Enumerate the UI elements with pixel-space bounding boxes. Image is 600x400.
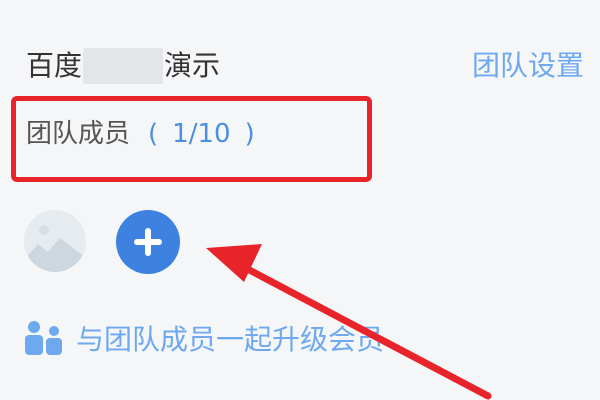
team-panel: 百度 演示 团队设置 团队成员(1/10) 与团队成员一起升级会员	[0, 0, 600, 400]
team-name: 百度 演示	[26, 44, 220, 88]
highlight-box	[11, 96, 372, 182]
default-avatar-icon	[24, 210, 86, 272]
upgrade-with-team-link[interactable]: 与团队成员一起升级会员	[22, 318, 384, 358]
team-name-suffix: 演示	[164, 49, 221, 82]
team-settings-link[interactable]: 团队设置	[472, 44, 584, 88]
avatar[interactable]	[24, 210, 86, 272]
upgrade-label: 与团队成员一起升级会员	[76, 323, 385, 356]
team-name-prefix: 百度	[26, 49, 83, 82]
users-icon	[25, 321, 62, 355]
redacted-block	[83, 48, 164, 84]
plus-icon	[134, 228, 162, 256]
add-member-button[interactable]	[116, 210, 180, 274]
